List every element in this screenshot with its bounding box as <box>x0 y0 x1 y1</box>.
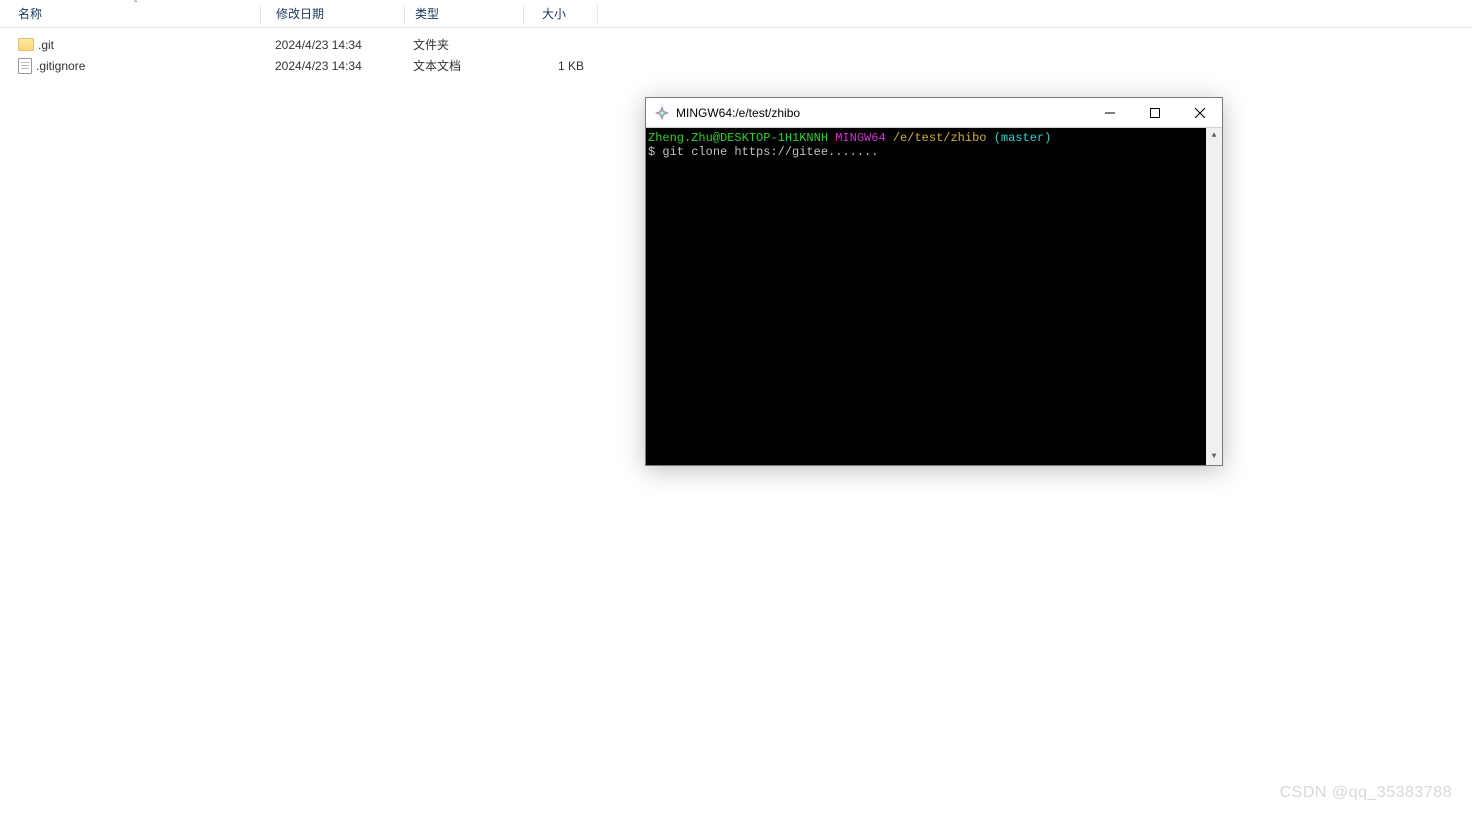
terminal-window: MINGW64:/e/test/zhibo Zheng.Zhu@DESKTOP-… <box>645 97 1223 466</box>
maximize-button[interactable] <box>1132 98 1177 128</box>
minimize-button[interactable] <box>1087 98 1132 128</box>
column-divider[interactable] <box>597 5 598 23</box>
file-modified: 2024/4/23 14:34 <box>260 59 403 73</box>
column-header-size[interactable]: 大小 <box>524 0 597 28</box>
terminal-path: /e/test/zhibo <box>893 131 987 145</box>
folder-icon <box>18 38 34 51</box>
terminal-host: MINGW64 <box>835 131 885 145</box>
column-header-name[interactable]: 名称 <box>0 0 260 28</box>
file-row[interactable]: .git 2024/4/23 14:34 文件夹 <box>0 34 1472 55</box>
window-title: MINGW64:/e/test/zhibo <box>676 106 1087 120</box>
file-size: 1 KB <box>521 59 594 73</box>
file-explorer: ˆ 名称 修改日期 类型 大小 .git 2024/4/23 14:34 文件夹… <box>0 0 1472 76</box>
column-header-modified[interactable]: 修改日期 <box>261 0 404 28</box>
file-modified: 2024/4/23 14:34 <box>260 38 403 52</box>
terminal-user: Zheng.Zhu@DESKTOP-1H1KNNH <box>648 131 828 145</box>
file-name: .gitignore <box>36 59 85 73</box>
titlebar[interactable]: MINGW64:/e/test/zhibo <box>646 98 1222 128</box>
terminal-branch: (master) <box>994 131 1052 145</box>
app-icon <box>654 105 670 121</box>
scroll-down-icon[interactable]: ▼ <box>1206 449 1222 465</box>
textfile-icon <box>18 58 32 74</box>
file-type: 文本文档 <box>403 57 521 74</box>
terminal-prompt-line: Zheng.Zhu@DESKTOP-1H1KNNH MINGW64 /e/tes… <box>648 131 1222 145</box>
column-header-name-label: 名称 <box>18 5 42 22</box>
column-header-size-label: 大小 <box>542 5 566 22</box>
file-name: .git <box>38 38 54 52</box>
column-header-type-label: 类型 <box>415 5 439 22</box>
column-header-type[interactable]: 类型 <box>405 0 523 28</box>
column-header-modified-label: 修改日期 <box>276 5 324 22</box>
watermark-text: CSDN @qq_35383788 <box>1280 784 1452 802</box>
sort-indicator-icon: ˆ <box>134 0 137 11</box>
terminal-prompt-symbol: $ <box>648 145 655 159</box>
file-type: 文件夹 <box>403 36 521 53</box>
terminal-body[interactable]: Zheng.Zhu@DESKTOP-1H1KNNH MINGW64 /e/tes… <box>646 128 1222 465</box>
terminal-command-text: git clone https://gitee....... <box>662 145 878 159</box>
close-button[interactable] <box>1177 98 1222 128</box>
explorer-column-headers: ˆ 名称 修改日期 类型 大小 <box>0 0 1472 28</box>
terminal-scrollbar[interactable]: ▲ ▼ <box>1206 128 1222 465</box>
file-row[interactable]: .gitignore 2024/4/23 14:34 文本文档 1 KB <box>0 55 1472 76</box>
terminal-command-line: $ git clone https://gitee....... <box>648 145 1222 159</box>
scroll-up-icon[interactable]: ▲ <box>1206 128 1222 144</box>
